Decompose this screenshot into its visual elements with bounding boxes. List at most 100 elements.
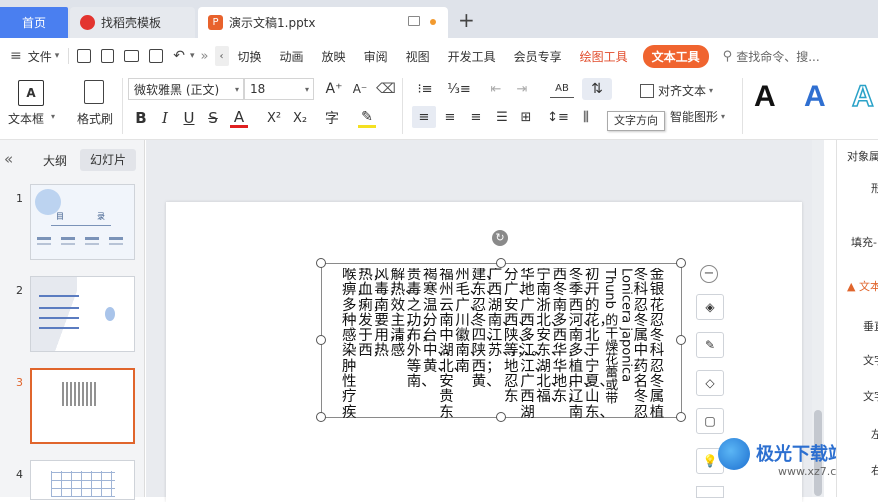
zoom-out-icon[interactable]: − [700, 265, 718, 283]
align-text-button[interactable]: 对齐文本 ▾ [640, 82, 713, 99]
italic-icon[interactable]: I [156, 108, 174, 128]
tab-home[interactable]: 首页 [0, 7, 68, 38]
menu-animation[interactable]: 动画 [280, 48, 304, 65]
monitor-icon[interactable] [408, 16, 420, 26]
superscript-icon[interactable]: X² [264, 108, 284, 128]
align-center-icon[interactable]: ≡ [440, 106, 460, 128]
menu-developer[interactable]: 开发工具 [448, 48, 496, 65]
search-command-input[interactable]: 查找命令、搜... [736, 48, 819, 65]
panel-text-section[interactable]: ▲ 文本 [847, 278, 878, 294]
tab-template-label: 找稻壳模板 [101, 16, 162, 30]
menu-transition[interactable]: 切换 [238, 48, 262, 65]
decrease-indent-icon[interactable]: ⇤ [486, 80, 506, 98]
chevron-down-icon[interactable]: ▾ [55, 51, 60, 61]
text-direction-icon[interactable]: ⇅ [582, 78, 612, 100]
panel-text-2[interactable]: 文字 [863, 388, 878, 404]
rotate-handle-icon[interactable]: ↻ [492, 230, 508, 246]
pen-icon[interactable]: ✎ [696, 332, 724, 358]
panel-vertical[interactable]: 垂直 [863, 318, 878, 334]
resize-handle-nw[interactable] [316, 258, 326, 268]
textbox-dropdown-icon[interactable]: ▾ [51, 112, 55, 121]
highlight-icon[interactable]: ✎ [358, 108, 376, 128]
distributed-align-icon[interactable]: ⊞ [516, 106, 536, 128]
text-style-blue[interactable]: A [804, 80, 826, 114]
resize-handle-sw[interactable] [316, 412, 326, 422]
panel-right[interactable]: 右 [871, 462, 878, 478]
scroll-left-icon[interactable]: ‹ [214, 46, 229, 66]
fill-icon[interactable]: ◇ [696, 370, 724, 396]
export-pdf-icon[interactable] [101, 49, 115, 63]
underline-icon[interactable]: U [180, 108, 198, 128]
layers-icon[interactable]: ◈ [696, 294, 724, 320]
panel-text-1[interactable]: 文字 [863, 352, 878, 368]
bullet-list-icon[interactable]: ⁝≡ [412, 80, 438, 98]
font-color-icon[interactable]: A [230, 108, 248, 128]
character-spacing-icon[interactable]: AB [550, 80, 574, 98]
hamburger-icon[interactable]: ≡ [10, 48, 22, 64]
menu-member[interactable]: 会员专享 [514, 48, 562, 65]
print-icon[interactable] [124, 50, 140, 62]
format-painter-label[interactable]: 格式刷 [77, 110, 113, 127]
smart-shape-button[interactable]: 智能图形 ▾ [670, 108, 725, 125]
increase-font-icon[interactable]: A⁺ [324, 80, 344, 98]
font-name-select[interactable]: 微软雅黑 (正文) ▾ [128, 78, 244, 100]
search-icon[interactable]: ⚲ [723, 49, 733, 64]
slide-number: 4 [16, 468, 23, 481]
undo-dropdown-icon[interactable]: ▾ [190, 51, 195, 61]
slide-thumbnail-3[interactable] [30, 368, 135, 444]
phonetic-guide-icon[interactable]: 字 [322, 108, 342, 128]
more-tools-icon[interactable] [696, 486, 724, 498]
justify-icon[interactable]: ☰ [492, 106, 512, 128]
panel-fill[interactable]: 填充- [851, 234, 877, 250]
textbox-icon[interactable]: A [18, 80, 44, 106]
resize-handle-se[interactable] [676, 412, 686, 422]
vertical-textbox[interactable]: 金银花忍冬科忍冬属植物忍冬为冬 科忍冬属中药 名 冬 忍Lonicera jap… [321, 263, 682, 418]
align-right-icon[interactable]: ≡ [466, 106, 486, 128]
menu-review[interactable]: 审阅 [364, 48, 388, 65]
format-painter-icon[interactable] [84, 80, 104, 104]
undo-icon[interactable]: ↶ [173, 48, 185, 64]
menu-slideshow[interactable]: 放映 [322, 48, 346, 65]
menu-drawing-tools[interactable]: 绘图工具 [580, 48, 628, 65]
textbox-label[interactable]: 文本框 [8, 110, 44, 127]
resize-handle-w[interactable] [316, 335, 326, 345]
resize-handle-s[interactable] [496, 412, 506, 422]
panel-tab-shape[interactable]: 形 [871, 180, 878, 196]
print-preview-icon[interactable] [149, 49, 164, 63]
subscript-icon[interactable]: X₂ [290, 108, 310, 128]
slide-thumbnail-1[interactable]: 目 录 [30, 184, 135, 260]
tab-home-label: 首页 [21, 16, 46, 30]
menu-text-tools[interactable]: 文本工具 [642, 44, 709, 68]
slide-thumbnail-2[interactable] [30, 276, 135, 352]
collapse-panel-icon[interactable]: « [4, 150, 13, 168]
tab-document[interactable]: P 演示文稿1.pptx [198, 7, 448, 38]
outline-icon[interactable]: ▢ [696, 408, 724, 434]
tab-outline[interactable]: 大纲 [43, 152, 67, 169]
resize-handle-ne[interactable] [676, 258, 686, 268]
resize-handle-n[interactable] [496, 258, 506, 268]
text-style-outline[interactable]: A [851, 79, 874, 114]
bold-icon[interactable]: B [132, 108, 150, 128]
numbered-list-icon[interactable]: ⅓≡ [446, 80, 472, 98]
align-left-icon[interactable]: ≡ [412, 106, 436, 128]
slide-thumbnail-4[interactable] [30, 460, 135, 500]
tab-template[interactable]: 找稻壳模板 [70, 7, 195, 38]
strikethrough-icon[interactable]: S [204, 108, 222, 128]
tab-document-label: 演示文稿1.pptx [229, 16, 316, 30]
line-spacing-icon[interactable]: ↕≡ [547, 106, 569, 128]
font-size-select[interactable]: 18 ▾ [244, 78, 314, 100]
menu-file[interactable]: 文件 [28, 48, 52, 65]
decrease-font-icon[interactable]: A⁻ [350, 80, 370, 98]
increase-indent-icon[interactable]: ⇥ [512, 80, 532, 98]
columns-icon[interactable]: ⫼ [576, 106, 596, 128]
resize-handle-e[interactable] [676, 335, 686, 345]
vertical-text-content[interactable]: 金银花忍冬科忍冬属植物忍冬为冬 科忍冬属中药 名 冬 忍Lonicera jap… [336, 268, 666, 418]
tab-slides[interactable]: 幻灯片 [80, 149, 136, 171]
menu-view[interactable]: 视图 [406, 48, 430, 65]
panel-left[interactable]: 左 [871, 426, 878, 442]
more-icon[interactable]: » [201, 49, 209, 64]
new-tab-button[interactable]: + [458, 8, 475, 32]
text-style-black[interactable]: A [754, 80, 776, 114]
clear-format-icon[interactable]: ⌫ [376, 80, 396, 98]
save-icon[interactable] [77, 49, 92, 63]
